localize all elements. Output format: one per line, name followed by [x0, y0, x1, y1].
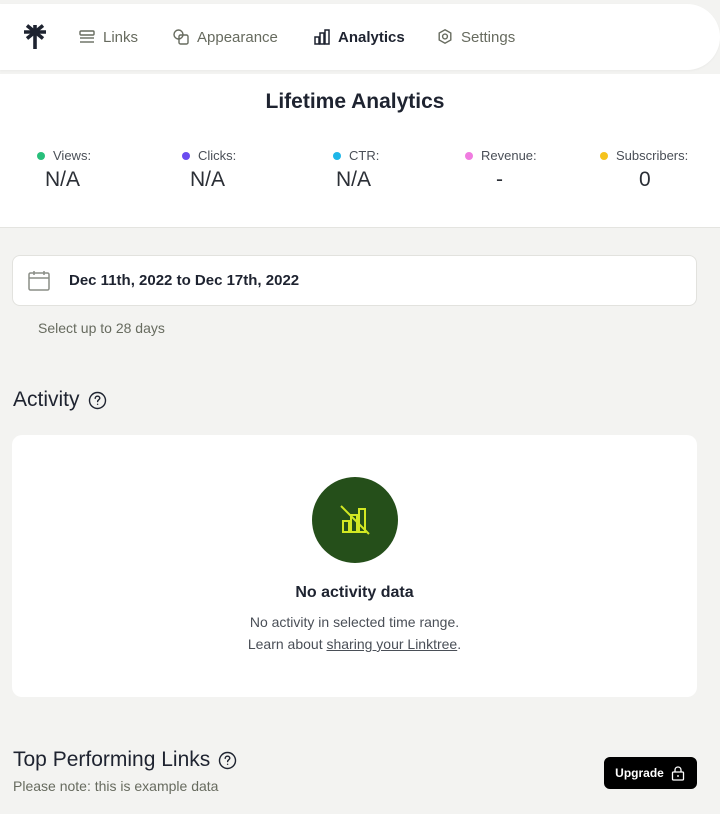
date-range-picker[interactable]: Dec 11th, 2022 to Dec 17th, 2022 — [12, 255, 697, 306]
nav-tab-appearance[interactable]: Appearance — [172, 4, 278, 70]
learn-more-prefix: Learn about — [247, 636, 327, 652]
stat-ctr: CTR: N/A — [333, 148, 453, 192]
nav-tab-label: Links — [103, 28, 139, 46]
stat-value: 0 — [639, 168, 651, 191]
nav-tab-label: Appearance — [197, 28, 278, 46]
empty-state-learn-more: Learn about sharing your Linktree. — [12, 636, 697, 652]
stat-label: Views: — [53, 148, 92, 163]
sharing-linktree-link[interactable]: sharing your Linktree — [326, 636, 457, 652]
stat-value: - — [496, 168, 503, 191]
activity-title: Activity — [13, 388, 80, 411]
nav-tab-label: Analytics — [338, 28, 405, 46]
stat-views: Views: N/A — [37, 148, 157, 192]
linktree-logo-icon[interactable] — [22, 24, 48, 50]
lock-icon — [671, 766, 684, 781]
empty-state-title: No activity data — [295, 584, 414, 601]
activity-card: No activity data No activity in selected… — [12, 435, 697, 697]
help-icon[interactable] — [218, 751, 237, 770]
links-icon — [79, 30, 95, 43]
stat-value: N/A — [45, 168, 81, 191]
stat-subscribers: Subscribers: 0 — [600, 148, 720, 192]
lifetime-analytics-panel: Lifetime Analytics Views: N/A Clicks: N/… — [0, 74, 720, 228]
top-links-note: Please note: this is example data — [13, 778, 219, 794]
nav-tab-links[interactable]: Links — [78, 4, 138, 70]
activity-heading: Activity — [13, 388, 107, 412]
upgrade-button[interactable]: Upgrade — [604, 757, 697, 789]
appearance-icon — [173, 29, 189, 45]
upgrade-label: Upgrade — [615, 766, 664, 780]
learn-more-suffix: . — [457, 636, 462, 652]
stat-label: CTR: — [349, 148, 380, 163]
stat-value: N/A — [190, 168, 226, 191]
empty-state-description: No activity in selected time range. — [249, 614, 460, 630]
no-chart-data-icon — [340, 505, 370, 535]
nav-tab-settings[interactable]: Settings — [436, 4, 515, 70]
help-icon[interactable] — [88, 391, 107, 410]
top-links-heading: Top Performing Links — [13, 748, 237, 772]
top-links-title: Top Performing Links — [13, 748, 211, 771]
top-nav: Links Appearance Analytics Settings — [0, 4, 720, 70]
empty-state-badge — [312, 477, 398, 563]
lifetime-analytics-title: Lifetime Analytics — [265, 90, 445, 113]
subscribers-dot-icon — [600, 151, 608, 160]
calendar-icon — [28, 271, 50, 291]
nav-tab-analytics[interactable]: Analytics — [313, 4, 405, 70]
nav-tab-label: Settings — [461, 28, 516, 46]
clicks-dot-icon — [182, 151, 190, 160]
stat-label: Subscribers: — [616, 148, 689, 163]
stat-revenue: Revenue: - — [465, 148, 585, 192]
stat-clicks: Clicks: N/A — [182, 148, 302, 192]
ctr-dot-icon — [333, 151, 341, 160]
stat-label: Clicks: — [198, 148, 237, 163]
stat-label: Revenue: — [481, 148, 537, 163]
views-dot-icon — [37, 151, 45, 160]
stat-value: N/A — [336, 168, 372, 191]
revenue-dot-icon — [465, 151, 473, 160]
analytics-icon — [314, 29, 330, 45]
settings-icon — [438, 29, 452, 44]
date-range-hint: Select up to 28 days — [38, 320, 165, 336]
date-range-text: Dec 11th, 2022 to Dec 17th, 2022 — [69, 272, 300, 289]
